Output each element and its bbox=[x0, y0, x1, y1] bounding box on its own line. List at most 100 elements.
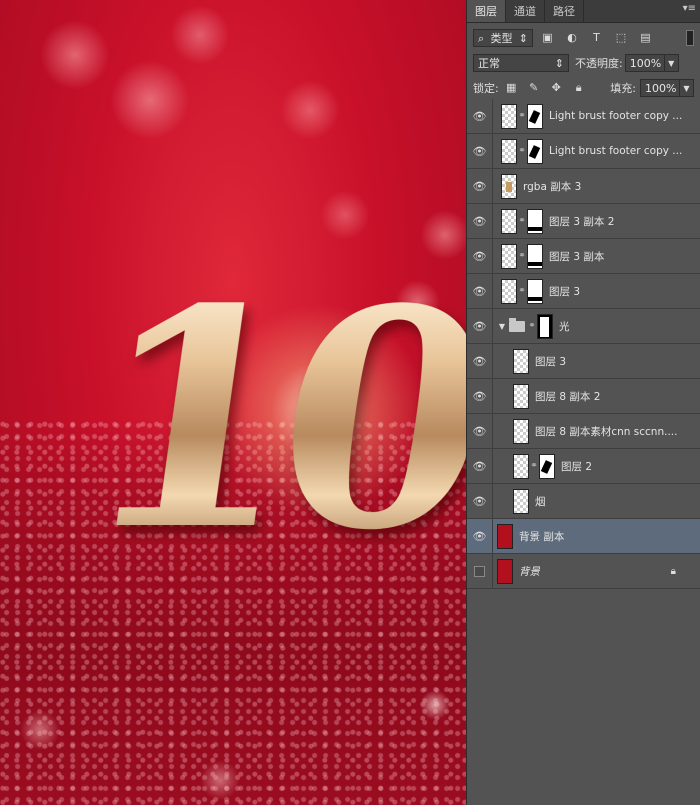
eye-icon[interactable]: 👁︎ bbox=[467, 343, 493, 379]
filter-row: ⌕ 类型 ⇕ ▣ ◐ T ⬚ ▤ bbox=[467, 25, 700, 50]
layer-thumbnail bbox=[501, 243, 517, 269]
link-icon[interactable]: ⚭ bbox=[517, 111, 527, 121]
layer-row[interactable]: 👁︎ ⚭ Light brust footer copy ... bbox=[467, 133, 700, 169]
lock-label: 锁定: bbox=[473, 81, 499, 95]
layer-name: 背景 bbox=[519, 565, 540, 578]
eye-icon[interactable]: 👁︎ bbox=[467, 448, 493, 484]
eye-icon[interactable]: 👁︎ bbox=[467, 413, 493, 449]
blend-mode-value: 正常 bbox=[478, 56, 500, 70]
layer-thumbnail bbox=[501, 173, 517, 199]
filter-kind-select[interactable]: ⌕ 类型 ⇕ bbox=[473, 28, 533, 47]
link-icon[interactable]: ⚭ bbox=[517, 286, 527, 296]
lock-image-icon[interactable]: ✎ bbox=[527, 81, 540, 94]
expand-arrow-icon[interactable]: ▼ bbox=[497, 322, 507, 331]
layer-mask-thumbnail[interactable] bbox=[527, 278, 543, 304]
chevron-updown-icon: ⇕ bbox=[518, 31, 528, 45]
layer-name: 图层 3 副本 2 bbox=[549, 215, 615, 228]
eye-icon[interactable]: 👁︎ bbox=[467, 203, 493, 239]
layer-row[interactable]: 👁︎ ⚭ 图层 2 bbox=[467, 448, 700, 484]
document-canvas[interactable]: 10 bbox=[0, 0, 466, 805]
layer-group-row[interactable]: 👁︎ ▼ ⚭ 光 bbox=[467, 308, 700, 344]
layer-row[interactable]: 👁︎ 图层 8 副本素材cnn sccnn.... bbox=[467, 413, 700, 449]
layer-thumbnail bbox=[497, 523, 513, 549]
search-icon: ⌕ bbox=[478, 31, 485, 45]
layer-name: 图层 3 bbox=[549, 285, 581, 298]
layer-row[interactable]: 👁︎ ⚭ 图层 3 bbox=[467, 273, 700, 309]
layer-name: Light brust footer copy ... bbox=[549, 145, 683, 157]
layer-row-selected[interactable]: 👁︎ 背景 副本 bbox=[467, 518, 700, 554]
fill-dropdown-button[interactable]: ▼ bbox=[680, 78, 694, 97]
layer-row[interactable]: 👁︎ ⚭ Light brust footer copy ... bbox=[467, 98, 700, 134]
layer-row[interactable]: 👁︎ 图层 8 副本 2 bbox=[467, 378, 700, 414]
layer-thumbnail bbox=[513, 348, 529, 374]
layer-row[interactable]: 👁︎ ⚭ 图层 3 副本 bbox=[467, 238, 700, 274]
visibility-toggle[interactable] bbox=[467, 553, 493, 589]
layer-mask-thumbnail[interactable] bbox=[527, 243, 543, 269]
layer-mask-thumbnail[interactable] bbox=[539, 453, 555, 479]
layer-name: 背景 副本 bbox=[519, 530, 565, 543]
adjustment-filter-icon[interactable]: ◐ bbox=[566, 32, 579, 44]
layer-name: 图层 2 bbox=[561, 460, 593, 473]
layer-mask-thumbnail[interactable] bbox=[537, 313, 553, 339]
layer-name: Light brust footer copy ... bbox=[549, 110, 683, 122]
type-filter-icon[interactable]: T bbox=[590, 32, 603, 44]
tab-paths[interactable]: 路径 bbox=[545, 0, 584, 22]
eye-icon[interactable]: 👁︎ bbox=[467, 518, 493, 554]
eye-icon[interactable]: 👁︎ bbox=[467, 378, 493, 414]
layer-name: 图层 3 副本 bbox=[549, 250, 605, 263]
layer-thumbnail bbox=[513, 418, 529, 444]
layer-list: 👁︎ ⚭ Light brust footer copy ... 👁︎ ⚭ Li… bbox=[467, 98, 700, 589]
tab-channels[interactable]: 通道 bbox=[506, 0, 545, 22]
eye-icon[interactable]: 👁︎ bbox=[467, 168, 493, 204]
bokeh-light bbox=[110, 60, 190, 140]
eye-icon[interactable]: 👁︎ bbox=[467, 98, 493, 134]
link-icon[interactable]: ⚭ bbox=[517, 216, 527, 226]
layer-mask-thumbnail[interactable] bbox=[527, 103, 543, 129]
layer-row[interactable]: 背景 🔒︎ bbox=[467, 553, 700, 589]
fill-input[interactable]: 100% bbox=[640, 78, 680, 97]
layer-row[interactable]: 👁︎ 烟 bbox=[467, 483, 700, 519]
layers-panel: 图层 通道 路径 ▾≡ ⌕ 类型 ⇕ ▣ ◐ T ⬚ ▤ 正常 ⇕ 不透明度: … bbox=[466, 0, 700, 805]
link-icon[interactable]: ⚭ bbox=[527, 321, 537, 331]
opacity-dropdown-button[interactable]: ▼ bbox=[664, 53, 679, 72]
shape-filter-icon[interactable]: ⬚ bbox=[615, 32, 628, 44]
lock-row: 锁定: ▦ ✎ ✥ 🔒︎ 填充: 100% ▼ bbox=[467, 75, 700, 100]
layer-name: 图层 3 bbox=[535, 355, 567, 368]
lock-all-icon[interactable]: 🔒︎ bbox=[572, 81, 585, 95]
layer-thumbnail bbox=[513, 453, 529, 479]
layer-row[interactable]: 👁︎ 图层 3 bbox=[467, 343, 700, 379]
eye-icon[interactable]: 👁︎ bbox=[467, 238, 493, 274]
hero-number-10: 10 bbox=[65, 243, 466, 596]
tab-layers[interactable]: 图层 bbox=[467, 0, 506, 22]
smart-object-filter-icon[interactable]: ▤ bbox=[639, 32, 652, 44]
eye-icon[interactable]: 👁︎ bbox=[467, 483, 493, 519]
layer-thumbnail bbox=[501, 278, 517, 304]
bokeh-light bbox=[40, 20, 110, 90]
layer-thumbnail bbox=[501, 138, 517, 164]
pixel-filter-icon[interactable]: ▣ bbox=[541, 32, 554, 44]
fill-label: 填充: bbox=[610, 81, 636, 95]
filter-toggle[interactable] bbox=[686, 29, 694, 46]
bokeh-light bbox=[280, 80, 340, 140]
lock-transparency-icon[interactable]: ▦ bbox=[505, 81, 518, 94]
eye-icon[interactable]: 👁︎ bbox=[467, 133, 493, 169]
link-icon[interactable]: ⚭ bbox=[517, 251, 527, 261]
layer-row[interactable]: 👁︎ rgba 副本 3 bbox=[467, 168, 700, 204]
layer-name: 烟 bbox=[535, 495, 546, 508]
filter-kind-label: 类型 bbox=[490, 31, 513, 45]
layer-thumbnail bbox=[497, 558, 513, 584]
panel-menu-icon[interactable]: ▾≡ bbox=[683, 3, 696, 14]
layer-row[interactable]: 👁︎ ⚭ 图层 3 副本 2 bbox=[467, 203, 700, 239]
layer-name: 图层 8 副本 2 bbox=[535, 390, 601, 403]
eye-icon[interactable]: 👁︎ bbox=[467, 308, 493, 344]
layer-mask-thumbnail[interactable] bbox=[527, 138, 543, 164]
link-icon[interactable]: ⚭ bbox=[517, 146, 527, 156]
opacity-label: 不透明度: bbox=[575, 56, 623, 70]
eye-icon[interactable]: 👁︎ bbox=[467, 273, 493, 309]
blend-mode-select[interactable]: 正常 ⇕ bbox=[473, 53, 569, 72]
layer-mask-thumbnail[interactable] bbox=[527, 208, 543, 234]
opacity-input[interactable]: 100% bbox=[624, 53, 665, 72]
lock-position-icon[interactable]: ✥ bbox=[550, 81, 563, 94]
link-icon[interactable]: ⚭ bbox=[529, 461, 539, 471]
bokeh-light bbox=[170, 5, 230, 65]
